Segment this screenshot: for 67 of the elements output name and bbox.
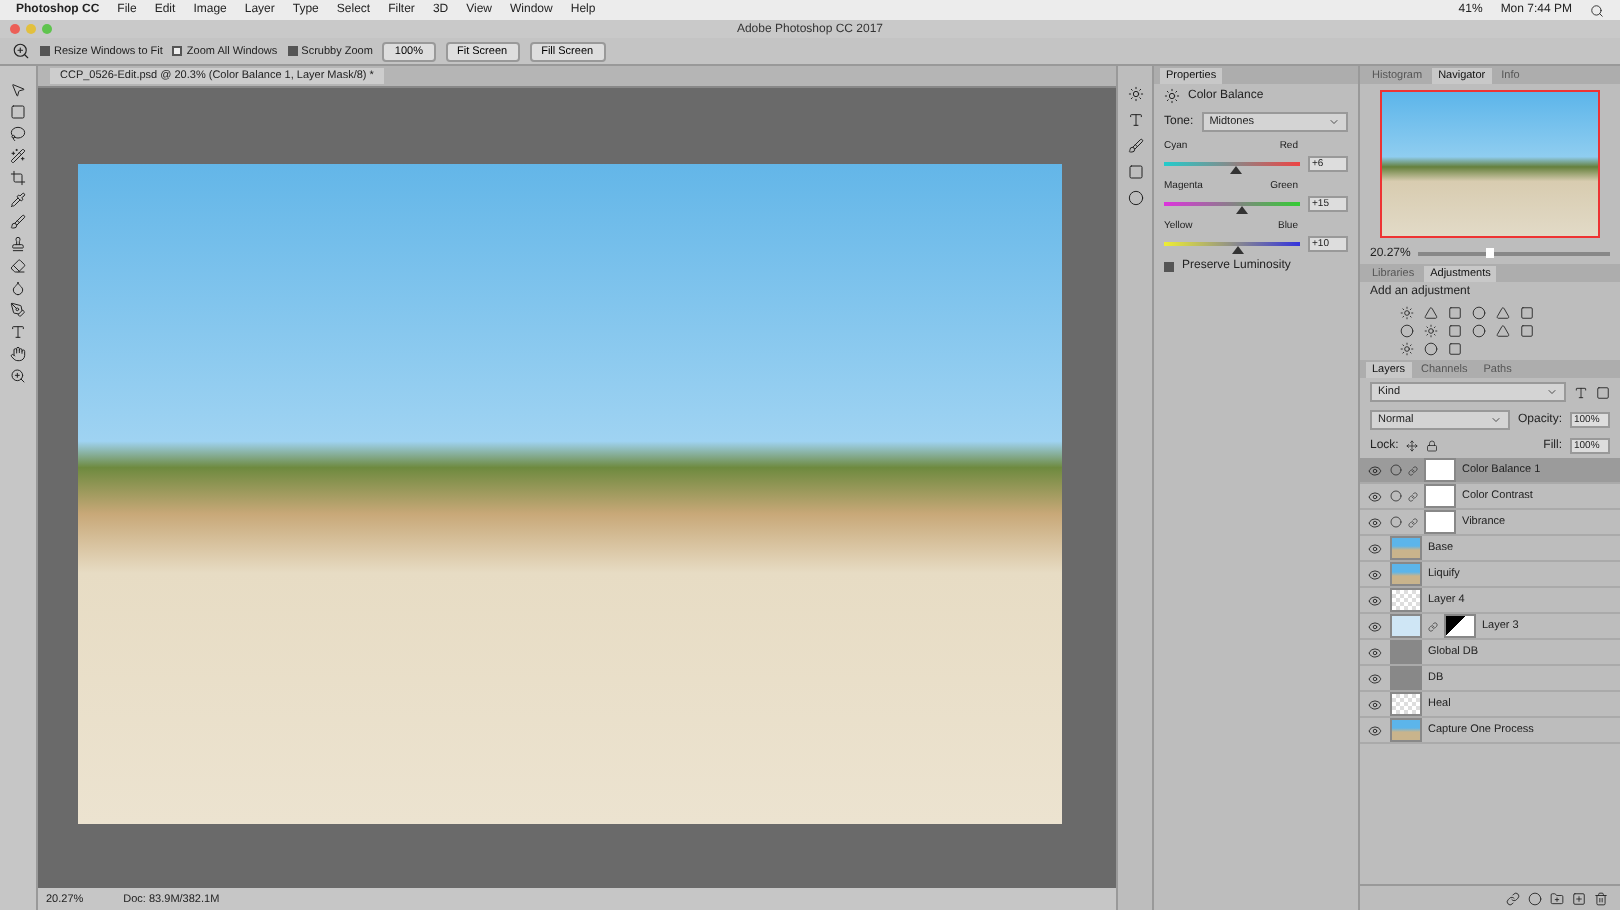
adjustment-icon[interactable]	[1424, 324, 1438, 338]
eye-icon[interactable]	[1368, 723, 1382, 737]
layer-thumbnail	[1390, 666, 1422, 690]
slider-thumb[interactable]	[1235, 206, 1248, 214]
eye-icon[interactable]	[1368, 541, 1382, 555]
checkbox[interactable]	[287, 46, 298, 56]
layer-thumbnail	[1424, 510, 1456, 534]
layer-thumbnail	[1390, 562, 1422, 586]
type-icon[interactable]	[1574, 385, 1588, 399]
link-icon[interactable]	[1506, 891, 1520, 905]
layer-thumbnail	[1390, 640, 1422, 664]
hand-tool-icon[interactable]	[10, 346, 26, 362]
eyedropper-tool-icon[interactable]	[10, 192, 26, 208]
panel-icon[interactable]	[1127, 112, 1143, 128]
panel-icon[interactable]	[1127, 86, 1143, 102]
stamp-tool-icon[interactable]	[10, 236, 26, 252]
link-icon[interactable]	[1408, 465, 1418, 475]
link-icon[interactable]	[1428, 621, 1438, 631]
checkbox[interactable]	[40, 46, 50, 56]
checkbox[interactable]	[172, 46, 183, 56]
move-icon[interactable]	[1406, 440, 1419, 452]
eye-icon[interactable]	[1368, 567, 1382, 581]
move-tool-icon[interactable]	[10, 82, 26, 98]
adjustment-icon[interactable]	[1400, 306, 1414, 320]
wand-tool-icon[interactable]	[10, 148, 26, 164]
eye-icon[interactable]	[1368, 463, 1382, 477]
adjustment-icon[interactable]	[1164, 88, 1180, 104]
slider-thumb[interactable]	[1230, 166, 1243, 174]
eye-icon[interactable]	[1368, 489, 1382, 503]
adjustment-icon[interactable]	[1528, 891, 1542, 905]
layer-thumbnail	[1390, 692, 1422, 716]
panel-icon[interactable]	[1127, 138, 1143, 154]
eye-icon[interactable]	[1368, 619, 1382, 633]
layer-thumbnail	[1390, 536, 1422, 560]
mask-thumbnail	[1444, 614, 1476, 638]
lock-icon[interactable]	[1426, 440, 1439, 452]
link-icon[interactable]	[1408, 491, 1418, 501]
eye-icon[interactable]	[1368, 697, 1382, 711]
folder-icon[interactable]	[1550, 891, 1564, 905]
eye-icon[interactable]	[1368, 515, 1382, 529]
eye-icon[interactable]	[1368, 645, 1382, 659]
new-layer-icon[interactable]	[1572, 891, 1586, 905]
slider-thumb[interactable]	[1485, 248, 1494, 258]
eraser-tool-icon[interactable]	[10, 258, 26, 274]
zoom-icon[interactable]	[12, 42, 30, 60]
link-icon[interactable]	[1408, 517, 1418, 527]
eye-icon[interactable]	[1368, 671, 1382, 685]
crop-tool-icon[interactable]	[10, 170, 26, 186]
trash-icon[interactable]	[1594, 891, 1608, 905]
type-tool-icon[interactable]	[10, 324, 26, 340]
adjustment-icon[interactable]	[1400, 342, 1414, 356]
layer-thumbnail	[1424, 458, 1456, 482]
layer-thumbnail	[1424, 484, 1456, 508]
marquee-tool-icon[interactable]	[10, 104, 26, 120]
brush-tool-icon[interactable]	[10, 214, 26, 230]
pen-tool-icon[interactable]	[10, 302, 26, 318]
search-icon[interactable]	[1590, 3, 1604, 17]
slider-thumb[interactable]	[1232, 246, 1245, 254]
layer-thumbnail	[1390, 614, 1422, 638]
lasso-tool-icon[interactable]	[10, 126, 26, 142]
zoom-tool-icon[interactable]	[10, 368, 26, 384]
layer-thumbnail	[1390, 588, 1422, 612]
checkbox[interactable]	[1164, 261, 1174, 271]
eye-icon[interactable]	[1368, 593, 1382, 607]
drop-tool-icon[interactable]	[10, 280, 26, 296]
shape-icon[interactable]	[1596, 385, 1610, 399]
layer-thumbnail	[1390, 718, 1422, 742]
